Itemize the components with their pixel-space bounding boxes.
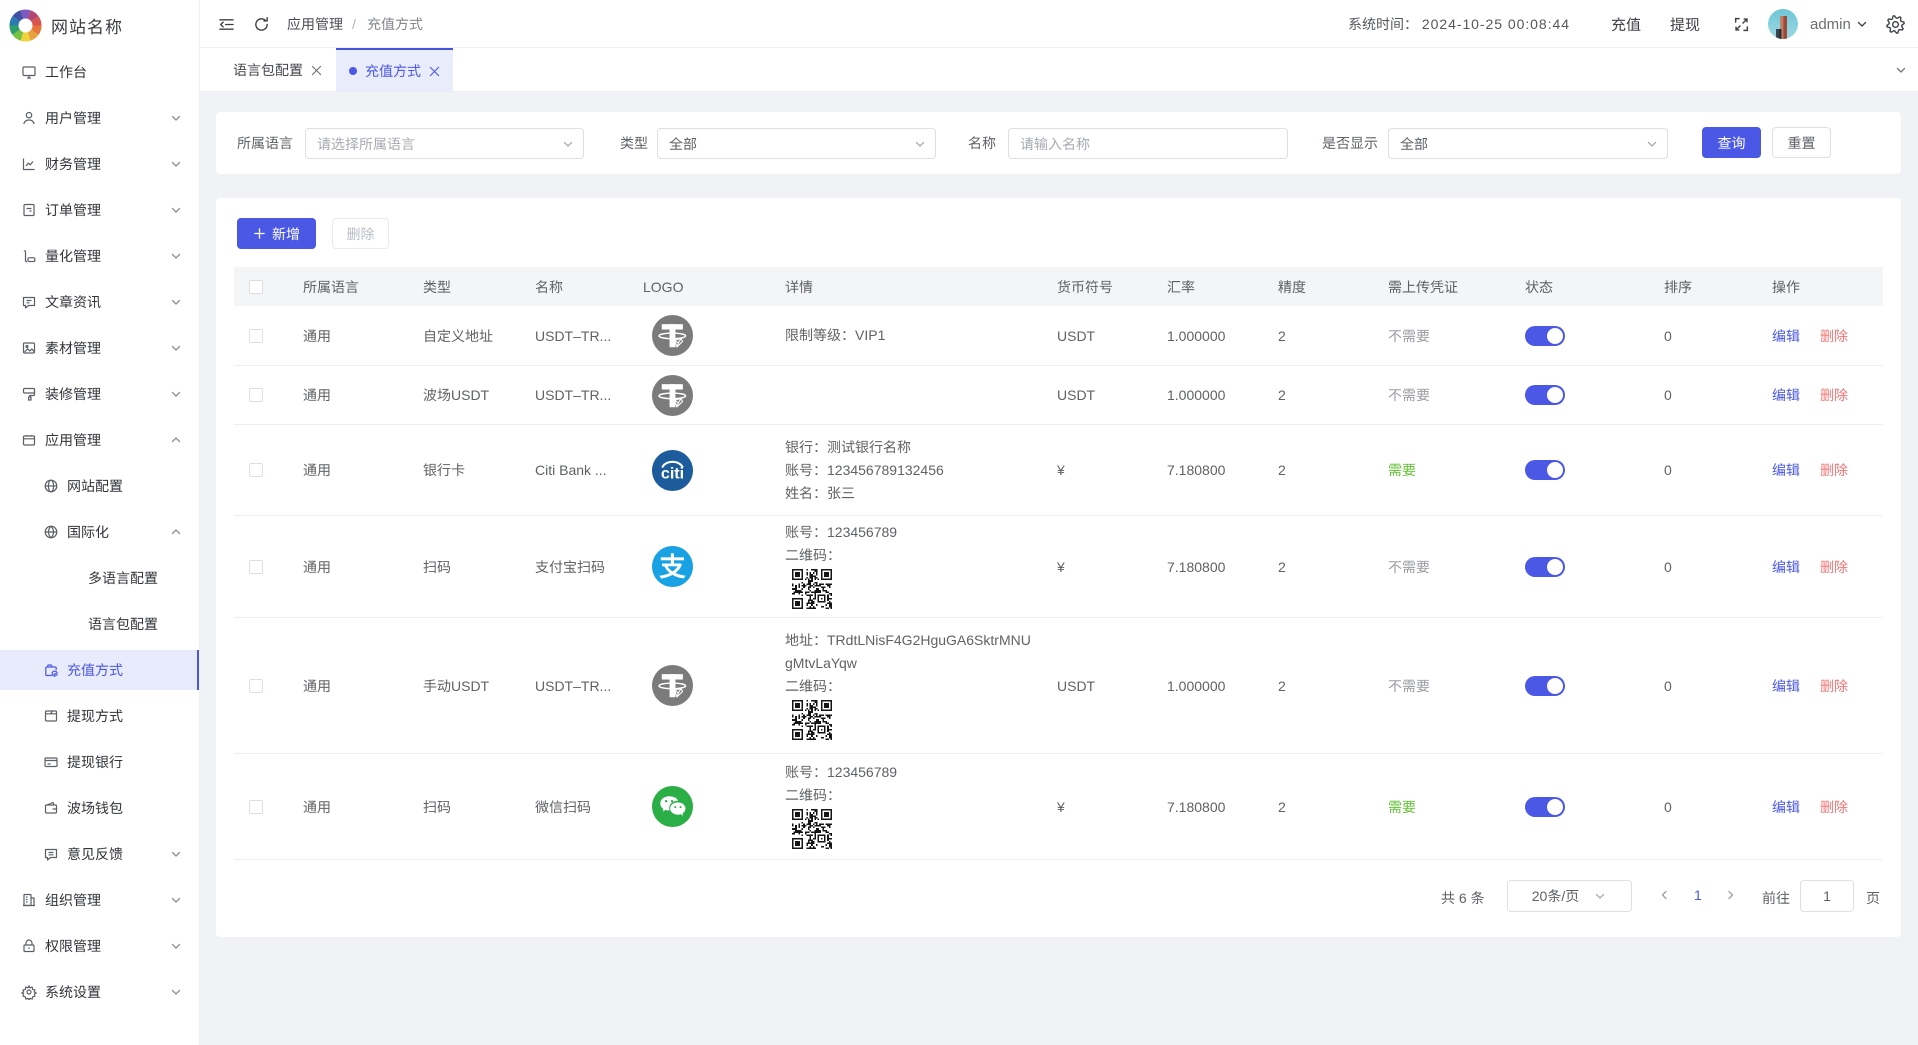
svg-text:支: 支 xyxy=(659,545,686,584)
svg-text:citi: citi xyxy=(661,464,684,482)
